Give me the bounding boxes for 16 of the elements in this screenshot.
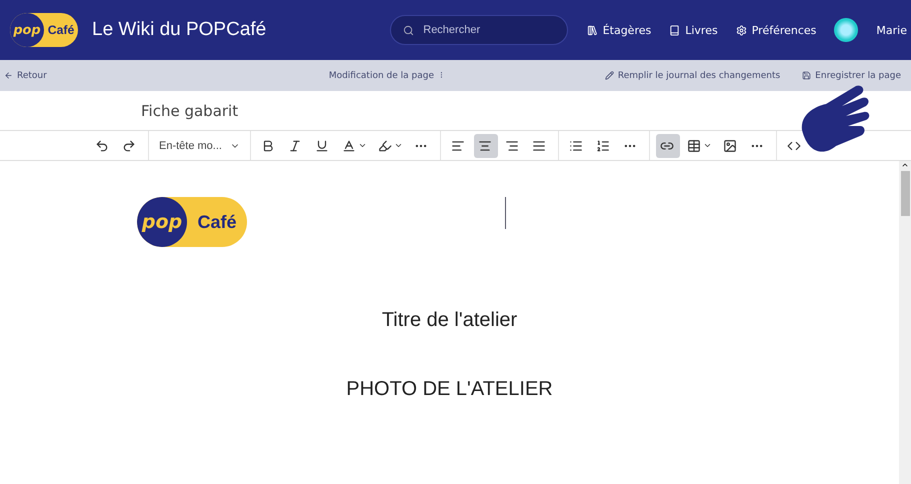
user-name[interactable]: Marie bbox=[876, 24, 907, 36]
page-name-field[interactable]: Fiche gabarit bbox=[141, 102, 238, 120]
search-field[interactable]: Rechercher bbox=[390, 15, 568, 45]
nav-link[interactable]: Étagères bbox=[586, 24, 652, 36]
block-format-select[interactable]: En-tête mo... bbox=[155, 140, 244, 152]
document-paragraph: Titre de l'atelier bbox=[380, 309, 518, 332]
document-paragraph: PHOTO DE L'ATELIER bbox=[345, 378, 554, 401]
editor-mode-label[interactable]: Modification de la page ⁝ bbox=[208, 70, 443, 80]
save-button[interactable]: Enregistrer la page bbox=[802, 70, 901, 80]
site-title[interactable]: Le Wiki du POPCafé bbox=[92, 19, 266, 41]
changelog-button[interactable]: Remplir le journal des changements bbox=[604, 70, 780, 80]
nav-link[interactable]: Livres bbox=[669, 24, 718, 36]
document-logo: pop Café bbox=[137, 197, 247, 247]
site-logo: pop Café bbox=[10, 13, 78, 47]
back-link[interactable]: Retour bbox=[4, 70, 47, 80]
nav-link[interactable]: Préférences bbox=[736, 24, 816, 36]
